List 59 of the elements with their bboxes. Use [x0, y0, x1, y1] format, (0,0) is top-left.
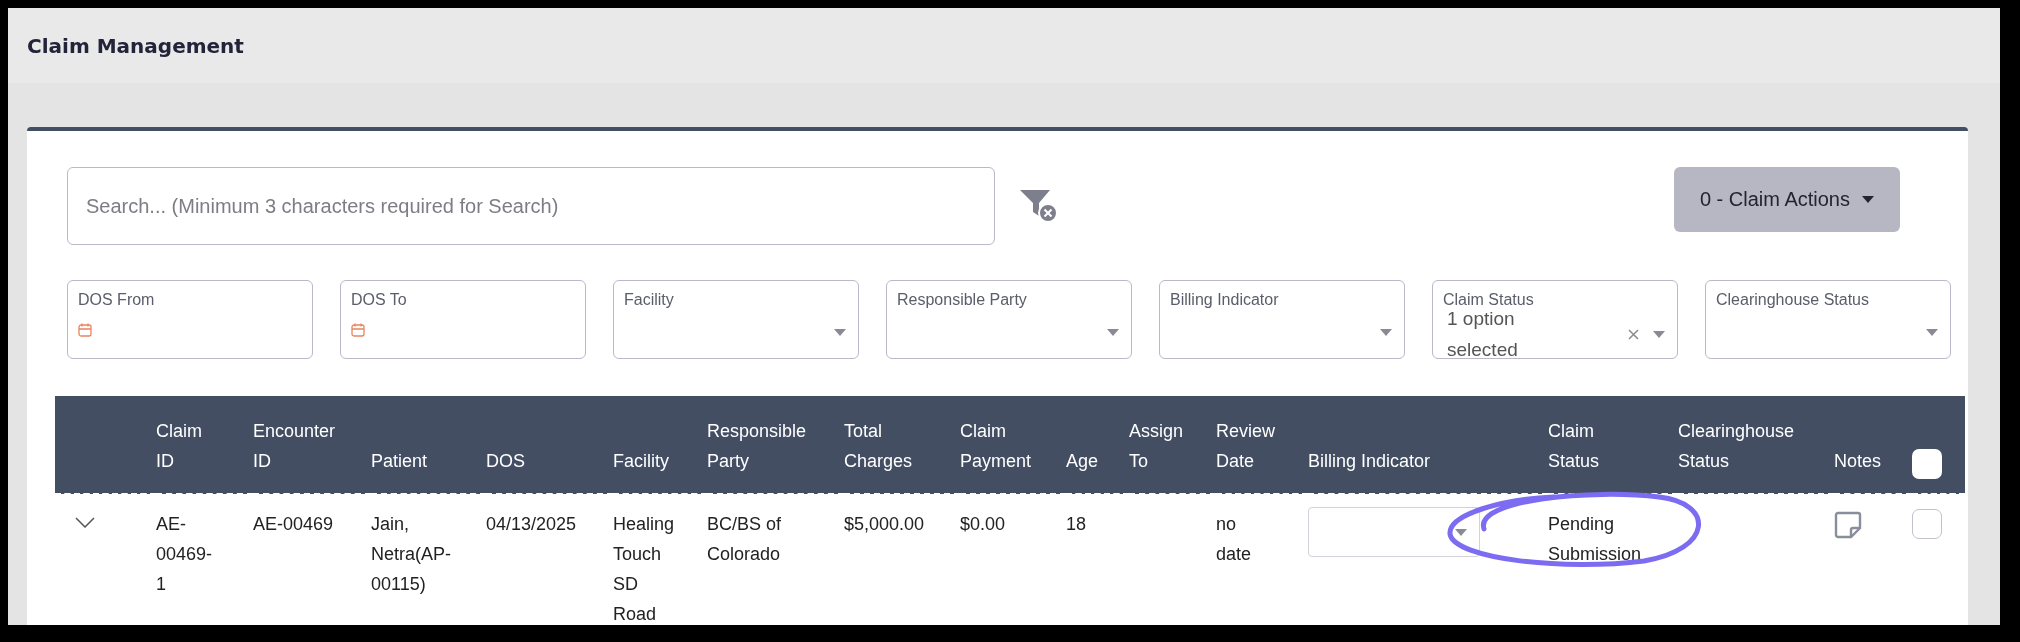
dropdown-field[interactable]: Facility — [613, 280, 859, 359]
table-cell: 18 — [1066, 494, 1129, 625]
caret-icon — [1926, 329, 1938, 336]
select-all-checkbox[interactable] — [1912, 449, 1942, 479]
field-label: DOS To — [351, 291, 407, 309]
table-cell: AE-00469 — [253, 494, 371, 625]
column-header: Facility — [613, 396, 707, 494]
date-field[interactable]: DOS From — [67, 280, 313, 359]
column-header: Claim ID — [156, 396, 253, 494]
dropdown-field[interactable]: Claim Status 1 option selected — [1432, 280, 1678, 359]
table-cell: BC/BS of Colorado — [707, 494, 844, 625]
chevron-down-icon[interactable] — [75, 517, 95, 528]
field-label: Claim Status — [1443, 291, 1534, 309]
column-header: DOS — [486, 396, 613, 494]
table-cell: AE-00469-1 — [156, 494, 253, 625]
column-header: Claim Payment — [960, 396, 1066, 494]
dropdown-field[interactable]: Billing Indicator — [1159, 280, 1405, 359]
field-value: 1 option selected — [1447, 307, 1519, 362]
column-header: Billing Indicator — [1308, 396, 1548, 494]
billing-indicator-select[interactable] — [1308, 507, 1480, 557]
page-title: Claim Management — [27, 33, 244, 58]
column-header: Age — [1066, 396, 1129, 494]
column-header: Patient — [371, 396, 486, 494]
caret-icon — [1653, 331, 1665, 338]
field-label: Clearinghouse Status — [1716, 291, 1869, 309]
date-field[interactable]: DOS To — [340, 280, 586, 359]
field-label: Facility — [624, 291, 674, 309]
column-header: Review Date — [1216, 396, 1308, 494]
note-icon[interactable] — [1834, 511, 1862, 539]
table-cell: $0.00 — [960, 494, 1066, 625]
dropdown-field[interactable]: Clearinghouse Status — [1705, 280, 1951, 359]
table-cell: $5,000.00 — [844, 494, 960, 625]
row-checkbox[interactable] — [1912, 509, 1942, 539]
search-field[interactable]: Search... (Minimum 3 characters required for Search) — [67, 167, 995, 245]
column-header: Clearinghouse Status — [1678, 396, 1834, 494]
table-cell: Healing Touch SD Road — [613, 494, 707, 625]
table-cell: no date — [1216, 494, 1308, 625]
caret-icon — [1455, 528, 1467, 536]
table-cell: Jain, Netra(AP-00115) — [371, 494, 486, 625]
caret-icon — [1107, 329, 1119, 336]
dropdown-field[interactable]: Responsible Party — [886, 280, 1132, 359]
calendar-icon — [78, 323, 92, 337]
column-header: Encounter ID — [253, 396, 371, 494]
column-header: Claim Status — [1548, 396, 1678, 494]
column-header: Assign To — [1129, 396, 1216, 494]
caret-icon — [1862, 196, 1874, 203]
claim-actions-button[interactable]: 0 - Claim Actions — [1673, 167, 1900, 232]
field-label: Billing Indicator — [1170, 291, 1279, 309]
column-header: Responsible Party — [707, 396, 844, 494]
caret-icon — [834, 329, 846, 336]
caret-icon — [1380, 329, 1392, 336]
calendar-icon — [351, 323, 365, 337]
clear-icon[interactable] — [1628, 329, 1639, 340]
filter-clear-icon[interactable] — [1019, 187, 1059, 223]
column-header: Total Charges — [844, 396, 960, 494]
table-cell: 04/13/2025 — [486, 494, 613, 625]
field-label: DOS From — [78, 291, 155, 309]
field-label: Responsible Party — [897, 291, 1027, 309]
table-cell: Pending Submission — [1548, 494, 1678, 625]
